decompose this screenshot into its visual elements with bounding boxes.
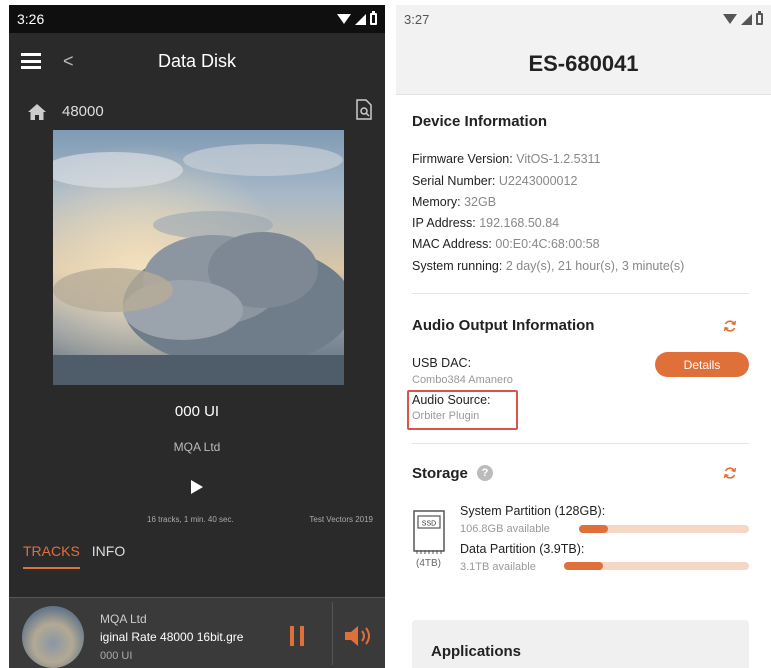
divider — [412, 443, 749, 444]
mini-title: 000 UI — [100, 650, 133, 662]
uptime-row: System running: 2 day(s), 21 hour(s), 3 … — [412, 259, 684, 273]
album-note: Test Vectors 2019 — [309, 515, 373, 524]
pause-icon[interactable] — [290, 626, 304, 646]
data-partition-label: Data Partition (3.9TB): — [460, 542, 585, 556]
page-title: Data Disk — [157, 51, 237, 71]
uptime-value: 2 day(s), 21 hour(s), 3 minute(s) — [505, 259, 685, 273]
ip-label: IP Address: — [412, 216, 476, 230]
usb-dac-value: Combo384 Amanero — [412, 374, 513, 386]
memory-value: 32GB — [464, 195, 497, 209]
battery-icon — [756, 11, 763, 25]
serial-row: Serial Number: U2243000012 — [412, 174, 577, 188]
signal-icon — [355, 13, 366, 25]
serial-value: U2243000012 — [498, 174, 578, 188]
breadcrumb-folder: 48000 — [62, 103, 104, 120]
audio-source-highlight — [407, 390, 518, 430]
help-icon[interactable]: ? — [477, 465, 493, 481]
mac-value: 00:E0:4C:68:00:58 — [495, 237, 600, 251]
firmware-row: Firmware Version: VitOS-1.2.5311 — [412, 152, 601, 166]
status-icons — [337, 11, 377, 25]
album-art[interactable] — [53, 130, 344, 385]
mac-label: MAC Address: — [412, 237, 492, 251]
device-info-screen: 3:27 ES-680041 Device Information Firmwa… — [396, 5, 771, 668]
tab-bar: TRACKS INFO — [23, 543, 125, 569]
wifi-icon — [723, 14, 737, 24]
firmware-label: Firmware Version: — [412, 152, 513, 166]
system-partition-used — [579, 525, 608, 533]
uptime-label: System running: — [412, 259, 503, 273]
device-info-title: Device Information — [412, 113, 548, 130]
mini-rate-text: iginal Rate 48000 16bit.gre — [100, 630, 244, 644]
artist-name: MQA Ltd — [173, 440, 221, 454]
system-partition-available: 106.8GB available — [460, 523, 550, 535]
play-icon[interactable] — [191, 480, 203, 494]
volume-icon[interactable] — [343, 624, 377, 648]
applications-card[interactable]: Applications — [412, 620, 749, 668]
usb-dac-label: USB DAC: — [412, 356, 472, 370]
storage-title: Storage — [412, 465, 468, 482]
mac-row: MAC Address: 00:E0:4C:68:00:58 — [412, 237, 600, 251]
refresh-icon[interactable] — [723, 466, 737, 480]
battery-icon — [370, 11, 377, 25]
page-title: ES-680041 — [396, 33, 771, 95]
app-bar: < Data Disk — [9, 33, 385, 89]
ip-value: 192.168.50.84 — [479, 216, 560, 230]
firmware-value: VitOS-1.2.5311 — [516, 152, 601, 166]
data-partition-bar — [564, 562, 749, 570]
cloud-image — [53, 130, 344, 385]
memory-row: Memory: 32GB — [412, 195, 496, 209]
drive-size: (4TB) — [416, 558, 441, 569]
system-partition-label: System Partition (128GB): — [460, 504, 606, 518]
home-icon[interactable] — [27, 103, 47, 121]
signal-icon — [741, 13, 752, 25]
serial-label: Serial Number: — [412, 174, 496, 188]
divider — [412, 293, 749, 294]
divider — [332, 602, 333, 665]
data-partition-available: 3.1TB available — [460, 561, 536, 573]
status-icons — [723, 11, 763, 25]
ssd-label: SSD — [422, 521, 436, 528]
status-time: 3:27 — [404, 11, 430, 27]
applications-title: Applications — [431, 643, 522, 660]
status-bar: 3:27 — [396, 5, 771, 33]
ssd-drive-icon: SSD — [413, 510, 445, 554]
mini-artist: MQA Ltd — [100, 612, 147, 626]
status-time: 3:26 — [17, 11, 45, 27]
data-partition-used — [564, 562, 603, 570]
wifi-icon — [337, 14, 351, 24]
system-partition-bar — [579, 525, 749, 533]
tab-tracks[interactable]: TRACKS — [23, 543, 80, 569]
breadcrumb: 48000 — [9, 97, 385, 127]
search-document-icon[interactable] — [355, 99, 373, 121]
ip-row: IP Address: 192.168.50.84 — [412, 216, 559, 230]
memory-label: Memory: — [412, 195, 461, 209]
audio-output-title: Audio Output Information — [412, 317, 595, 334]
details-button[interactable]: Details — [655, 352, 749, 377]
tab-info[interactable]: INFO — [92, 543, 125, 569]
track-summary: 16 tracks, 1 min. 40 sec. — [147, 515, 234, 524]
refresh-icon[interactable] — [723, 319, 737, 333]
mini-album-art[interactable] — [22, 606, 84, 668]
track-title: 000 UI — [174, 403, 220, 420]
status-bar: 3:26 — [9, 5, 385, 33]
mini-player[interactable]: MQA Ltd iginal Rate 48000 16bit.gre 000 … — [9, 597, 385, 668]
music-player-screen: 3:26 < Data Disk 48000 000 UI MQA Ltd 16… — [9, 5, 385, 668]
